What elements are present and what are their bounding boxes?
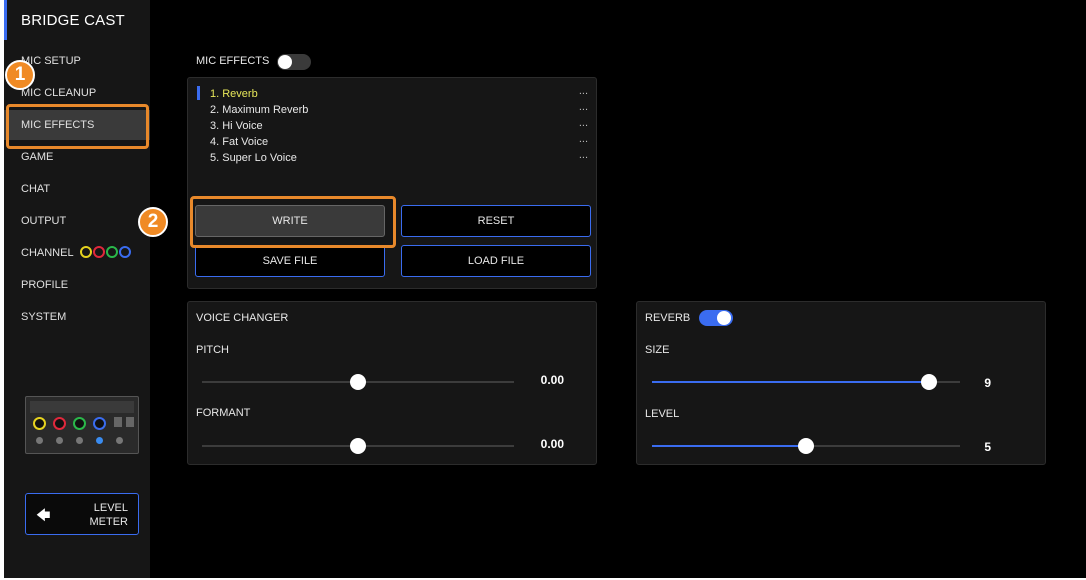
highlight-mic-effects [6,104,149,149]
sidebar-item-channel[interactable]: CHANNEL [4,238,150,268]
preset-label: 4. Fat Voice [210,136,269,148]
device-knob-icon [33,417,46,430]
preset-panel: 1. Reverb ... 2. Maximum Reverb ... 3. H… [187,77,597,289]
reverb-panel: REVERB SIZE 9 LEVEL 5 [636,301,1046,465]
channel-3-color-icon [106,246,119,258]
sidebar-item-profile[interactable]: PROFILE [4,270,150,300]
reset-button[interactable]: RESET [401,205,591,237]
selection-indicator [197,86,200,100]
device-fader-icon [126,417,134,427]
device-knob-icon [93,417,106,430]
formant-value: 0.00 [540,437,564,451]
toggle-knob [717,311,731,325]
sidebar-item-system[interactable]: SYSTEM [4,302,150,332]
size-slider-thumb[interactable] [921,374,938,390]
toggle-knob [278,55,292,69]
channel-1-color-icon [80,246,93,258]
level-meter-line1: LEVEL [93,502,128,514]
pitch-slider[interactable] [202,374,514,390]
size-value: 9 [984,376,991,390]
pitch-value: 0.00 [540,373,564,387]
step-2-badge: 2 [138,207,168,237]
reverb-title: REVERB [645,312,691,324]
preset-label: 2. Maximum Reverb [210,104,309,116]
mic-effects-label: MIC EFFECTS [196,55,270,67]
save-file-button[interactable]: SAVE FILE [195,245,385,277]
preset-item[interactable]: 3. Hi Voice ... [210,115,588,134]
device-top-panel [30,401,134,413]
voice-changer-title: VOICE CHANGER [196,312,289,324]
brand-title: BRIDGE CAST [21,12,125,29]
preset-label: 3. Hi Voice [210,120,263,132]
device-button-icon [116,437,123,444]
sidebar-item-chat[interactable]: CHAT [4,174,150,204]
level-slider-thumb[interactable] [798,438,814,454]
formant-slider[interactable] [202,438,514,454]
device-knob-icon [73,417,86,430]
sidebar-item-output[interactable]: OUTPUT [4,206,150,236]
voice-changer-panel: VOICE CHANGER PITCH 0.00 FORMANT 0.00 [187,301,597,465]
pitch-label: PITCH [196,344,229,356]
size-slider-fill [652,381,930,383]
channel-2-color-icon [93,246,106,258]
reverb-toggle[interactable] [699,310,733,326]
device-knob-icon [53,417,66,430]
preset-label: 5. Super Lo Voice [210,152,297,164]
preset-item[interactable]: 1. Reverb ... [210,83,588,102]
device-button-icon [76,437,83,444]
preset-menu-button[interactable]: ... [579,131,588,147]
device-button-icon [36,437,43,444]
pitch-slider-thumb[interactable] [350,374,366,390]
arrow-left-icon: 🡄 [36,507,51,523]
device-image [25,396,139,454]
sidebar-item-label: CHANNEL [21,247,74,259]
level-slider[interactable] [652,438,960,454]
device-button-icon [56,437,63,444]
device-fader-icon [114,417,122,427]
preset-menu-button[interactable]: ... [579,115,588,131]
device-button-icon [96,437,103,444]
preset-item[interactable]: 5. Super Lo Voice ... [210,147,588,166]
formant-label: FORMANT [196,407,251,419]
channel-4-color-icon [119,246,132,258]
level-label: LEVEL [645,408,680,420]
size-slider[interactable] [652,374,960,390]
mic-effects-toggle[interactable] [277,54,311,70]
preset-menu-button[interactable]: ... [579,147,588,163]
preset-menu-button[interactable]: ... [579,83,588,99]
brand-accent-bar [4,0,7,40]
step-1-badge: 1 [5,60,35,90]
preset-item[interactable]: 2. Maximum Reverb ... [210,99,588,118]
highlight-write-button [190,196,396,248]
level-meter-button[interactable]: 🡄 LEVEL METER [25,493,139,535]
load-file-button[interactable]: LOAD FILE [401,245,591,277]
level-meter-label: LEVEL METER [90,501,129,529]
level-meter-line2: METER [89,516,129,528]
level-slider-fill [652,445,806,447]
preset-menu-button[interactable]: ... [579,99,588,115]
formant-slider-thumb[interactable] [350,438,366,454]
preset-label: 1. Reverb [210,88,258,100]
level-value: 5 [984,440,991,454]
size-label: SIZE [645,344,670,356]
preset-item[interactable]: 4. Fat Voice ... [210,131,588,150]
